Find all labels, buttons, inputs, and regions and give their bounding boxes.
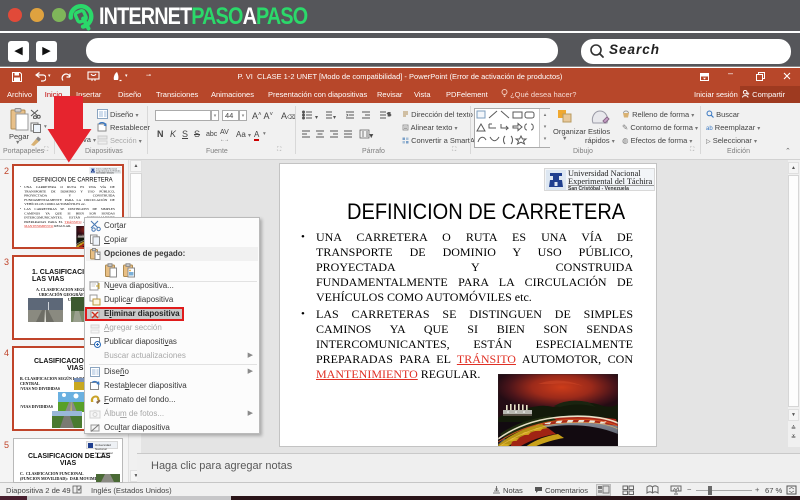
svg-text:▾: ▾ — [315, 115, 318, 120]
svg-text:▾: ▾ — [333, 115, 336, 120]
svg-text:⇅: ⇅ — [387, 112, 391, 118]
svg-text:▾: ▾ — [370, 133, 373, 139]
